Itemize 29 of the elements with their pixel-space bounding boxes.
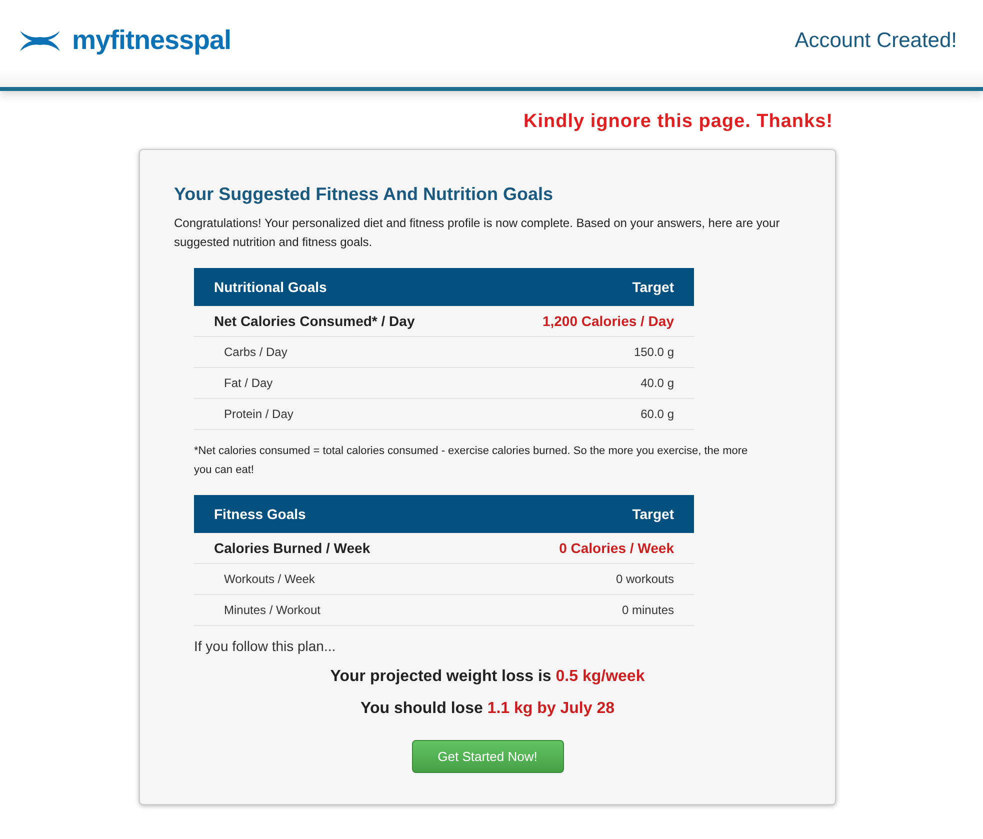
footnote-text: *Net calories consumed = total calories consumed - exercise calories burned. So the more you exercise, the more you can eat! <box>194 444 749 478</box>
logo-text[interactable]: myfitnesspal <box>72 25 232 56</box>
plan-text: If you follow this plan... <box>194 638 337 654</box>
column-header: Fitness Goals <box>214 506 306 522</box>
get-started-button[interactable]: Get Started Now! <box>412 740 564 773</box>
logo-icon <box>18 28 62 52</box>
column-header: Target <box>632 279 674 295</box>
intro-text: Congratulations! Your personalized diet and fitness profile is now complete. Based on your answers, here are your suggested nutrition and fitness goals. <box>174 215 781 251</box>
page-title: Account Created! <box>794 28 957 52</box>
goal-label: Protein / Day <box>223 407 294 421</box>
goal-label: Workouts / Week <box>223 572 315 586</box>
card-title: Your Suggested Fitness And Nutrition Goals <box>174 184 554 205</box>
projection-text: Your projected weight loss is 0.5 kg/week <box>329 668 646 686</box>
column-header: Nutritional Goals <box>214 279 327 295</box>
goal-value: 60.0 g <box>640 407 674 421</box>
goal-label: Net Calories Consumed* / Day <box>214 313 415 329</box>
goal-label: Fat / Day <box>223 376 273 390</box>
goal-value: 40.0 g <box>640 376 674 390</box>
goal-label: Carbs / Day <box>223 345 288 359</box>
goal-label: Calories Burned / Week <box>214 540 370 556</box>
goal-value: 0 minutes <box>622 603 674 617</box>
goal-label: Minutes / Workout <box>223 603 320 617</box>
goal-value: 0 Calories / Week <box>559 540 674 556</box>
goal-value: 150.0 g <box>634 345 674 359</box>
column-header: Target <box>632 506 674 522</box>
projection-text: You should lose 1.1 kg by July 28 <box>359 700 616 718</box>
goal-value: 1,200 Calories / Day <box>542 313 674 329</box>
notice-text: Kindly ignore this page. Thanks! <box>524 111 833 129</box>
goal-value: 0 workouts <box>616 572 674 586</box>
